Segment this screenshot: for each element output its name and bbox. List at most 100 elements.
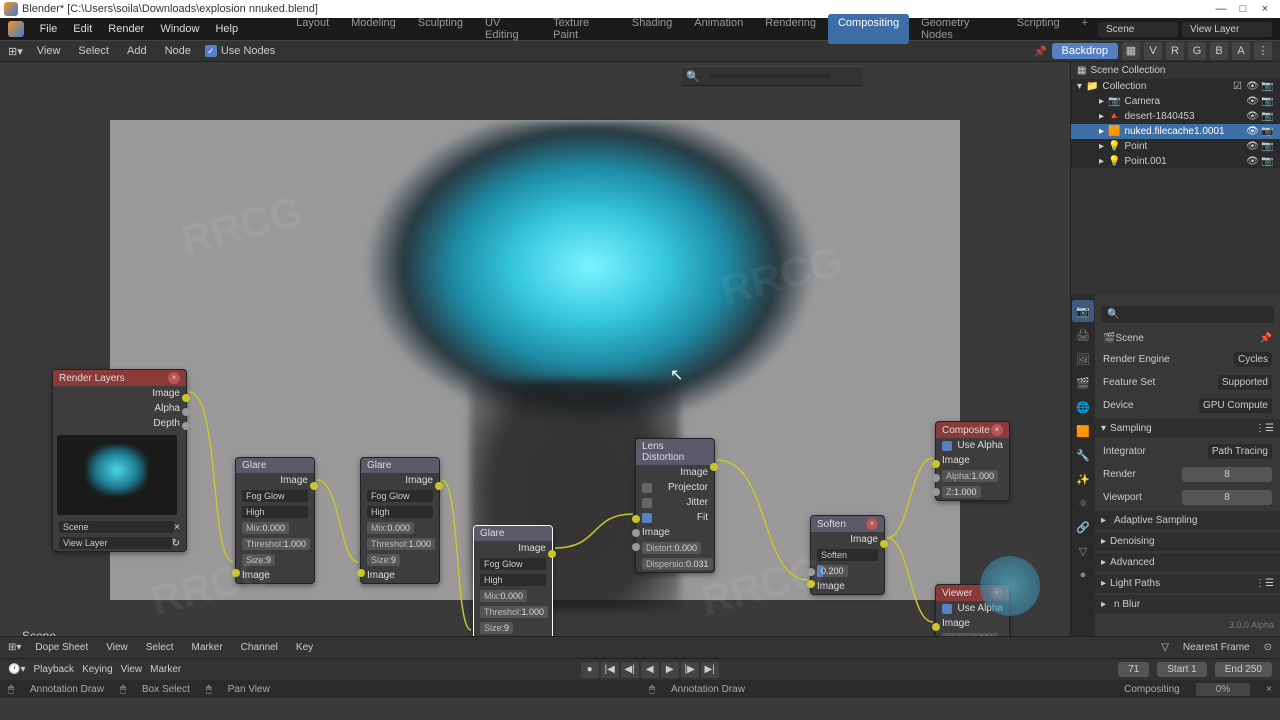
use-alpha-checkbox[interactable]: [942, 604, 952, 614]
socket-image-in[interactable]: Image: [942, 455, 970, 466]
timeline-view[interactable]: View: [102, 640, 132, 655]
tab-sculpting[interactable]: Sculpting: [408, 14, 473, 44]
tab-scripting[interactable]: Scripting: [1007, 14, 1070, 44]
motion-blur-header[interactable]: ▸n Blur: [1095, 595, 1280, 614]
close-icon[interactable]: ×: [168, 372, 180, 384]
fac-slider[interactable]: 0.200: [817, 565, 848, 577]
prop-tab-scene-icon[interactable]: 🎬: [1072, 372, 1094, 394]
node-search-input[interactable]: [710, 74, 830, 78]
window-minimize[interactable]: —: [1210, 3, 1232, 15]
window-maximize[interactable]: □: [1232, 3, 1254, 15]
nuked-row[interactable]: nuked.filecache1.0001: [1124, 126, 1224, 137]
autokey-icon[interactable]: ●: [581, 662, 599, 678]
size-value[interactable]: Size:9: [367, 554, 400, 566]
tab-layout[interactable]: Layout: [286, 14, 339, 44]
socket-alpha-out[interactable]: Alpha: [154, 403, 180, 414]
tab-animation[interactable]: Animation: [684, 14, 753, 44]
channel-v-icon[interactable]: V: [1144, 42, 1162, 60]
jump-end-icon[interactable]: ▶|: [701, 662, 719, 678]
size-value[interactable]: Size:9: [480, 622, 513, 634]
prop-tab-render-icon[interactable]: 📷: [1072, 300, 1094, 322]
playback-view[interactable]: View: [121, 664, 143, 675]
socket-image-out[interactable]: Image: [680, 467, 708, 478]
projector-checkbox[interactable]: [642, 483, 652, 493]
editor-type-icon[interactable]: ⊞▾: [8, 642, 21, 653]
tab-uv[interactable]: UV Editing: [475, 14, 541, 44]
prop-tab-data-icon[interactable]: ▽: [1072, 540, 1094, 562]
cancel-icon[interactable]: ×: [1266, 684, 1272, 695]
menu-render[interactable]: Render: [100, 20, 152, 38]
node-lens-distortion[interactable]: Lens Distortion Image Projector Jitter F…: [635, 438, 715, 573]
play-icon[interactable]: ▶: [661, 662, 679, 678]
node-glare-3[interactable]: Glare Image Fog Glow High Mix:0.000 Thre…: [473, 525, 553, 636]
use-nodes-checkbox[interactable]: ✓ Use Nodes: [205, 45, 275, 57]
prop-tab-particles-icon[interactable]: ✨: [1072, 468, 1094, 490]
desert-row[interactable]: desert-1840453: [1124, 111, 1194, 122]
menu-window[interactable]: Window: [152, 20, 207, 38]
proportional-icon[interactable]: ⊙: [1264, 642, 1272, 653]
toolbar-add[interactable]: Add: [123, 43, 151, 59]
snap-select[interactable]: Nearest Frame: [1179, 640, 1254, 655]
jump-start-icon[interactable]: |◀: [601, 662, 619, 678]
glare-quality-select[interactable]: High: [480, 574, 546, 586]
scene-dropdown[interactable]: Scene: [1098, 22, 1178, 37]
collection-row[interactable]: Collection: [1102, 81, 1146, 92]
toolbar-select[interactable]: Select: [74, 43, 113, 59]
filter-type-select[interactable]: Soften: [817, 549, 878, 561]
threshold-value[interactable]: Threshol:1.000: [242, 538, 310, 550]
denoising-header[interactable]: ▸Denoising: [1095, 532, 1280, 551]
mix-value[interactable]: Mix:0.000: [367, 522, 414, 534]
close-icon[interactable]: ×: [991, 424, 1003, 436]
socket-image-in[interactable]: Image: [817, 581, 845, 592]
timeline-key[interactable]: Key: [292, 640, 317, 655]
prop-tab-physics-icon[interactable]: ⚛: [1072, 492, 1094, 514]
channel-combined-icon[interactable]: ▦: [1122, 42, 1140, 60]
start-frame[interactable]: Start 1: [1157, 662, 1206, 677]
current-frame-value[interactable]: 71: [1118, 662, 1149, 677]
viewlayer-dropdown[interactable]: View Layer: [1182, 22, 1272, 37]
timeline-select[interactable]: Select: [142, 640, 178, 655]
tab-shading[interactable]: Shading: [622, 14, 682, 44]
playback-menu[interactable]: Playback: [33, 664, 74, 675]
glare-quality-select[interactable]: High: [242, 506, 308, 518]
prop-tab-viewlayer-icon[interactable]: 🖼: [1072, 348, 1094, 370]
tab-modeling[interactable]: Modeling: [341, 14, 406, 44]
dopesheet-mode-select[interactable]: Dope Sheet: [31, 640, 92, 655]
alpha-value[interactable]: Alpha:1.000: [942, 470, 998, 482]
blender-logo-icon[interactable]: [8, 21, 24, 37]
alpha-value[interactable]: Alpha:1.000: [942, 633, 998, 636]
threshold-value[interactable]: Threshol:1.000: [367, 538, 435, 550]
timeline-channel[interactable]: Channel: [237, 640, 282, 655]
render-samples-value[interactable]: 8: [1182, 467, 1272, 482]
socket-image-out[interactable]: Image: [518, 543, 546, 554]
channel-g-icon[interactable]: G: [1188, 42, 1206, 60]
use-alpha-checkbox[interactable]: [942, 441, 952, 451]
dispersion-value[interactable]: Dispersio:0.031: [642, 558, 713, 570]
tab-add[interactable]: +: [1072, 14, 1098, 44]
jitter-checkbox[interactable]: [642, 498, 652, 508]
mix-value[interactable]: Mix:0.000: [242, 522, 289, 534]
device-select[interactable]: GPU Compute: [1199, 398, 1272, 413]
camera-row[interactable]: Camera: [1124, 96, 1160, 107]
prop-tab-object-icon[interactable]: 🟧: [1072, 420, 1094, 442]
editor-type-icon[interactable]: ⊞▾: [8, 45, 23, 58]
channel-b-icon[interactable]: B: [1210, 42, 1228, 60]
adaptive-sampling-header[interactable]: ▸Adaptive Sampling: [1095, 511, 1280, 530]
socket-image-in[interactable]: Image: [367, 570, 395, 581]
compositor-node-area[interactable]: 🔍 ↖ Render Layers× Image Alpha Depth Sce…: [0, 62, 1070, 636]
menu-file[interactable]: File: [32, 20, 66, 38]
socket-image-in[interactable]: Image: [942, 618, 970, 629]
channel-a-icon[interactable]: A: [1232, 42, 1250, 60]
tab-rendering[interactable]: Rendering: [755, 14, 826, 44]
pin-icon[interactable]: 📌: [1034, 45, 1048, 58]
socket-image-in[interactable]: Image: [242, 570, 270, 581]
socket-image-out[interactable]: Image: [405, 475, 433, 486]
point001-row[interactable]: Point.001: [1124, 156, 1166, 167]
z-value[interactable]: Z:1.000: [942, 486, 981, 498]
viewlayer-select[interactable]: View Layer: [59, 537, 172, 549]
socket-image-in[interactable]: Image: [642, 527, 670, 538]
threshold-value[interactable]: Threshol:1.000: [480, 606, 548, 618]
scene-select[interactable]: Scene: [59, 521, 174, 533]
fit-checkbox[interactable]: [642, 513, 652, 523]
mix-value[interactable]: Mix:0.000: [480, 590, 527, 602]
